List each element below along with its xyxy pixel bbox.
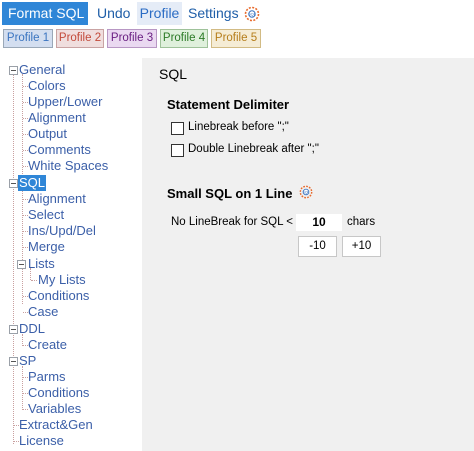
tree-item-ddl[interactable]: DDL — [19, 321, 45, 337]
tree-item-output[interactable]: Output — [28, 126, 67, 142]
tree-item-alignment[interactable]: Alignment — [28, 110, 86, 126]
tree-item-select[interactable]: Select — [28, 207, 64, 223]
tree-item-upper-lower[interactable]: Upper/Lower — [28, 94, 102, 110]
collapse-lists-icon[interactable] — [17, 260, 26, 269]
tree-connector — [31, 280, 37, 281]
tree-item-general[interactable]: General — [19, 62, 65, 78]
tree-item-white-spaces[interactable]: White Spaces — [28, 158, 108, 174]
tree-connector — [22, 74, 23, 174]
sql-logo-icon[interactable]: SQL — [244, 6, 260, 22]
profile-3-button[interactable]: Profile 3 — [107, 29, 157, 48]
tree-connector — [13, 70, 14, 444]
svg-text:SQL: SQL — [248, 12, 257, 17]
collapse-sql-icon[interactable] — [9, 179, 18, 188]
tree-item-sql-alignment[interactable]: Alignment — [28, 191, 86, 207]
profile-tabs: Profile 1 Profile 2 Profile 3 Profile 4 … — [0, 29, 474, 49]
statement-delimiter-heading: Statement Delimiter — [167, 97, 290, 112]
increase-10-button[interactable]: +10 — [342, 236, 381, 257]
tree-item-merge[interactable]: Merge — [28, 239, 65, 255]
tree-connector — [22, 366, 23, 410]
double-linebreak-after-checkbox[interactable] — [171, 144, 184, 157]
tree-item-colors[interactable]: Colors — [28, 78, 66, 94]
tree-item-variables[interactable]: Variables — [28, 401, 81, 417]
profile-menu[interactable]: Profile — [137, 2, 182, 25]
no-linebreak-label: No LineBreak for SQL < — [171, 216, 293, 228]
settings-menu[interactable]: Settings — [188, 2, 239, 25]
tree-item-sp[interactable]: SP — [19, 353, 36, 369]
tree-item-sp-conditions[interactable]: Conditions — [28, 385, 89, 401]
menu-bar: Format SQL Undo Profile Settings SQL — [0, 0, 474, 27]
settings-panel: SQL Statement Delimiter Linebreak before… — [142, 58, 474, 451]
tree-item-case[interactable]: Case — [28, 304, 58, 320]
tree-item-sql[interactable]: SQL — [18, 175, 47, 191]
tree-item-comments[interactable]: Comments — [28, 142, 91, 158]
double-linebreak-after-label[interactable]: Double Linebreak after ";" — [188, 143, 319, 155]
decrease-10-button[interactable]: -10 — [298, 236, 337, 257]
panel-title: SQL — [159, 66, 188, 82]
tree-item-license[interactable]: License — [19, 433, 64, 449]
small-sql-heading: Small SQL on 1 Line — [167, 186, 293, 201]
chars-unit-label: chars — [347, 216, 376, 228]
linebreak-before-checkbox[interactable] — [171, 122, 184, 135]
tree-item-my-lists[interactable]: My Lists — [38, 272, 86, 288]
linebreak-before-label[interactable]: Linebreak before ";" — [188, 121, 289, 133]
profile-4-button[interactable]: Profile 4 — [160, 29, 208, 48]
tree-item-lists[interactable]: Lists — [28, 256, 55, 272]
sql-help-icon[interactable]: SQL — [299, 185, 313, 199]
svg-text:SQL: SQL — [302, 190, 309, 194]
tree-item-create[interactable]: Create — [28, 337, 67, 353]
collapse-general-icon[interactable] — [9, 66, 18, 75]
settings-tree: General Colors Upper/Lower Alignment Out… — [0, 58, 142, 451]
collapse-ddl-icon[interactable] — [9, 325, 18, 334]
tree-item-parms[interactable]: Parms — [28, 369, 66, 385]
undo-menu[interactable]: Undo — [97, 2, 130, 25]
small-sql-length-input[interactable]: 10 — [296, 214, 342, 231]
tree-item-extract-gen[interactable]: Extract&Gen — [19, 417, 93, 433]
profile-5-button[interactable]: Profile 5 — [211, 29, 261, 48]
tree-item-conditions[interactable]: Conditions — [28, 288, 89, 304]
tree-connector — [22, 188, 23, 304]
profile-1-button[interactable]: Profile 1 — [3, 29, 53, 48]
tree-item-ins-upd-del[interactable]: Ins/Upd/Del — [28, 223, 96, 239]
profile-2-button[interactable]: Profile 2 — [56, 29, 104, 48]
collapse-sp-icon[interactable] — [9, 357, 18, 366]
format-sql-menu[interactable]: Format SQL — [2, 2, 88, 25]
